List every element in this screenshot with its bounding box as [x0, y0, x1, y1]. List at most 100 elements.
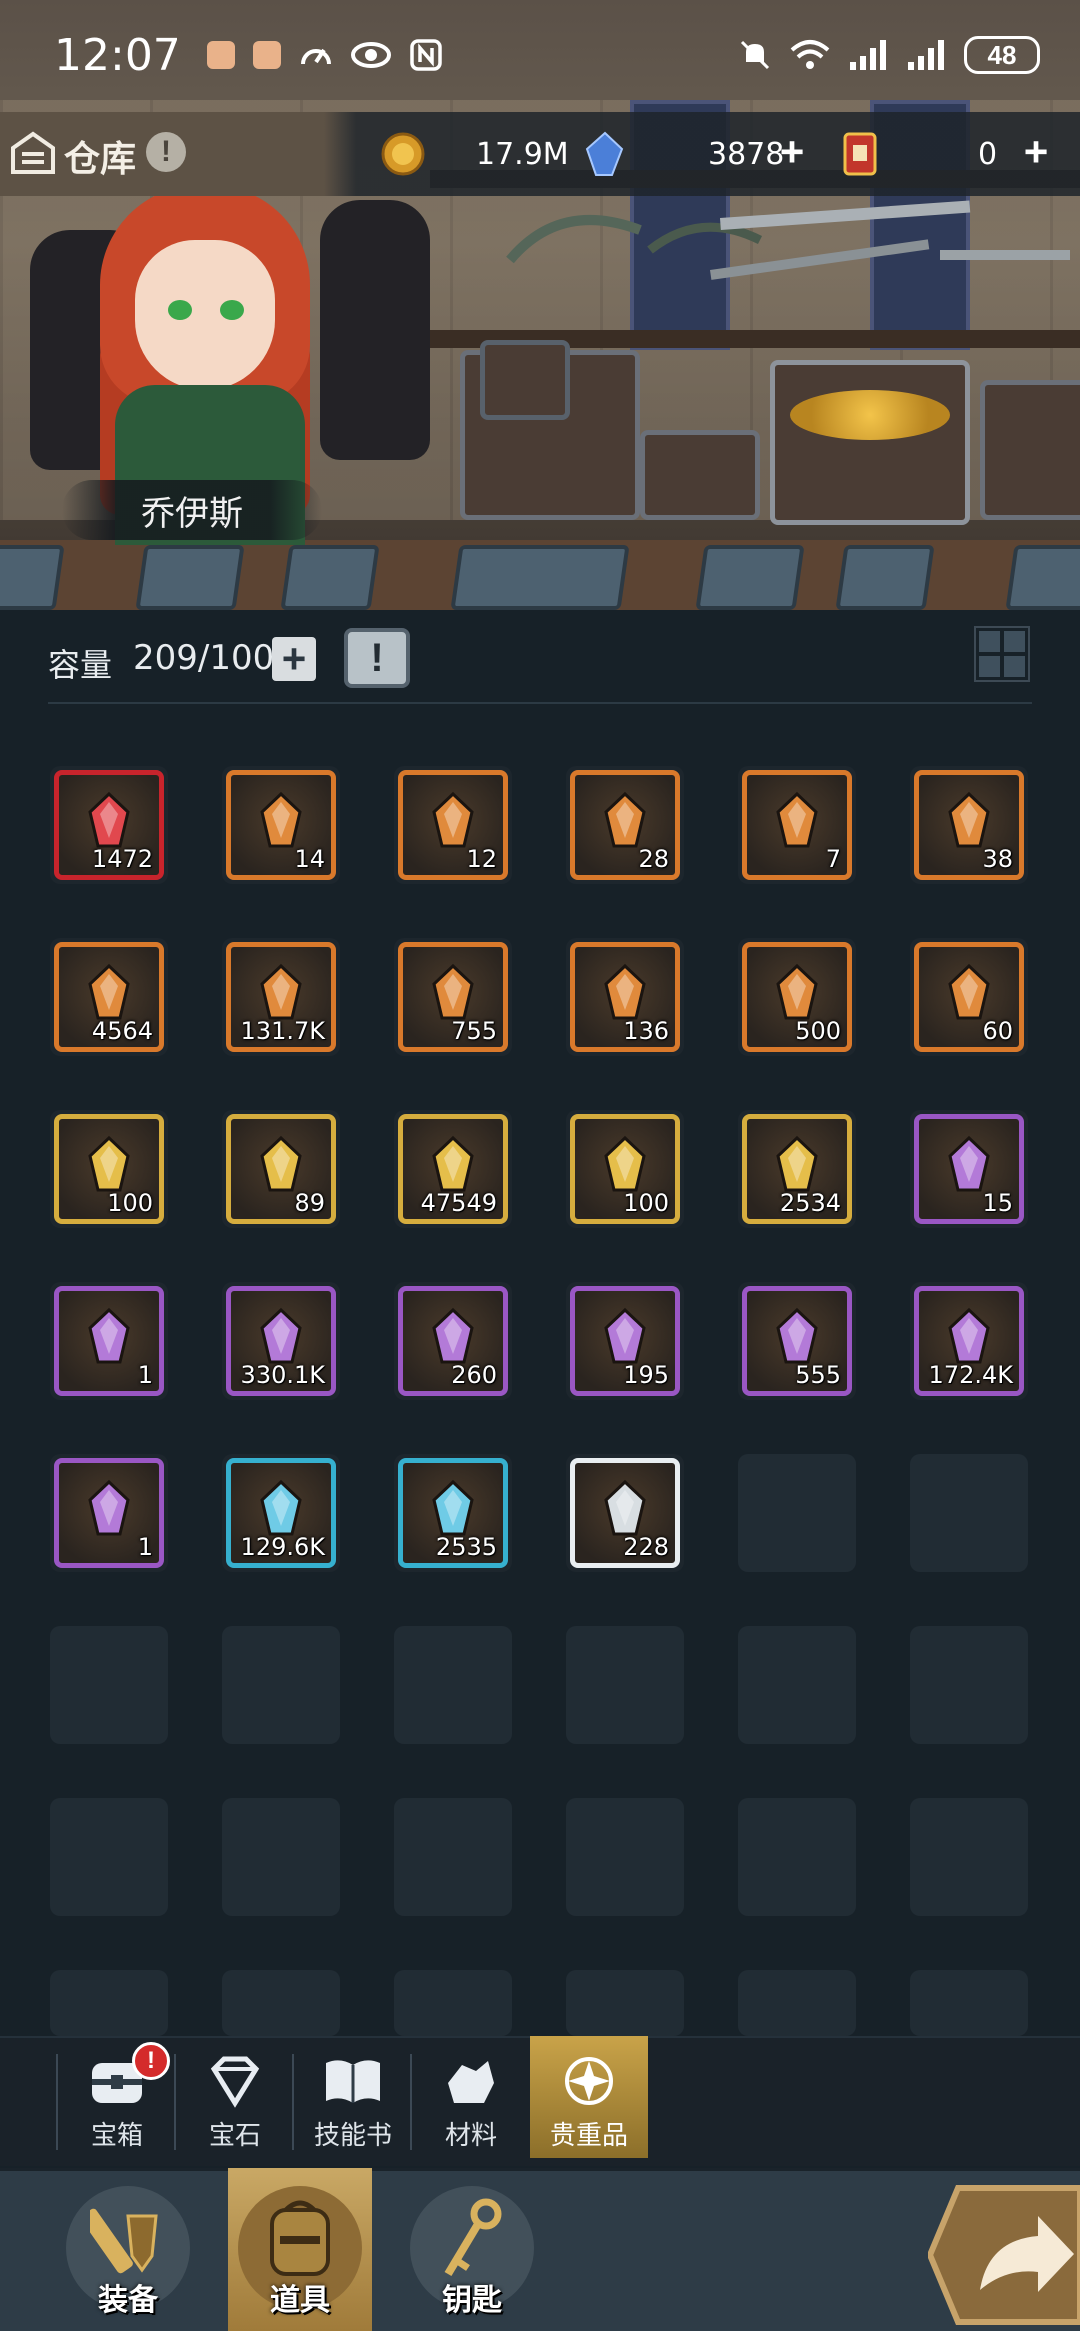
inventory-item[interactable]: 15	[910, 1110, 1028, 1228]
inventory-item[interactable]: 1	[50, 1454, 168, 1572]
chest	[640, 430, 760, 520]
divider	[48, 702, 1032, 704]
item-frame: 2535	[398, 1458, 508, 1568]
inventory-item[interactable]: 12	[394, 766, 512, 884]
nav-equipment[interactable]: 装备	[56, 2168, 200, 2331]
winged-medal-icon	[948, 791, 990, 848]
gold-pile	[790, 390, 950, 440]
inventory-item[interactable]: 330.1K	[222, 1282, 340, 1400]
inventory-item[interactable]: 7	[738, 766, 856, 884]
map-scroll-icon	[260, 1307, 302, 1364]
tab-valuables[interactable]: 贵重品	[530, 2036, 648, 2158]
inventory-item[interactable]: 100	[566, 1110, 684, 1228]
item-count: 129.6K	[240, 1533, 325, 1561]
eye-icon	[350, 42, 391, 68]
empty-slot	[566, 1626, 684, 1744]
inventory-item[interactable]: 2535	[394, 1454, 512, 1572]
crowned-gem-icon	[604, 1135, 646, 1192]
item-count: 28	[638, 845, 669, 873]
item-count: 89	[294, 1189, 325, 1217]
floor-tile	[135, 545, 245, 610]
item-count: 47549	[420, 1189, 497, 1217]
mute-icon	[740, 40, 770, 70]
floor-tile	[280, 545, 380, 610]
inventory-item[interactable]: 555	[738, 1282, 856, 1400]
grid-view-toggle[interactable]	[974, 626, 1030, 682]
nfc-icon	[410, 39, 442, 71]
nav-items[interactable]: 道具	[228, 2168, 372, 2331]
empty-slot	[738, 1454, 856, 1572]
inventory-item[interactable]: 195	[566, 1282, 684, 1400]
chest	[980, 380, 1080, 520]
inventory-item[interactable]: 1472	[50, 766, 168, 884]
item-count: 228	[623, 1533, 669, 1561]
next-arrow-button[interactable]	[928, 2180, 1080, 2330]
small-chest	[480, 340, 570, 420]
claw-fragment-icon	[948, 1307, 990, 1364]
item-frame: 195	[570, 1286, 680, 1396]
ticket-amount: 0	[978, 136, 998, 172]
inventory-item[interactable]: 755	[394, 938, 512, 1056]
tab-skill-books[interactable]: 技能书	[294, 2048, 412, 2158]
nav-keys[interactable]: 钥匙	[400, 2168, 544, 2331]
red-potion-icon	[604, 1479, 646, 1536]
inventory-item[interactable]: 2534	[738, 1110, 856, 1228]
floor-tile	[835, 545, 935, 610]
ticket-icon	[843, 132, 877, 176]
gem-amount: 3878	[708, 136, 785, 172]
tab-chests[interactable]: 宝箱 !	[58, 2042, 176, 2158]
tab-gems[interactable]: 宝石	[176, 2048, 294, 2158]
paw-badge-icon	[776, 963, 818, 1020]
inventory-item[interactable]: 1	[50, 1282, 168, 1400]
expand-capacity-button[interactable]: +	[272, 637, 316, 681]
item-count: 7	[825, 845, 841, 873]
calendar-alert-button[interactable]: !	[344, 628, 410, 688]
crystal-goblet-icon	[432, 791, 474, 848]
empty-slot	[910, 1798, 1028, 1916]
inventory-item[interactable]: 14	[222, 766, 340, 884]
inventory-item[interactable]: 500	[738, 938, 856, 1056]
item-frame: 555	[742, 1286, 852, 1396]
inventory-item[interactable]: 38	[910, 766, 1028, 884]
inventory-item[interactable]: 136	[566, 938, 684, 1056]
empty-slot	[50, 1626, 168, 1744]
item-frame: 129.6K	[226, 1458, 336, 1568]
inventory-item[interactable]: 260	[394, 1282, 512, 1400]
inventory-item[interactable]: 28	[566, 766, 684, 884]
item-count: 1	[137, 1533, 153, 1561]
item-count: 555	[795, 1361, 841, 1389]
item-frame: 755	[398, 942, 508, 1052]
equipment-icon	[90, 2208, 158, 2274]
empty-slot	[738, 1626, 856, 1744]
inventory-item[interactable]: 60	[910, 938, 1028, 1056]
item-frame: 12	[398, 770, 508, 880]
add-tickets-button[interactable]: +	[1018, 128, 1054, 175]
inventory-item[interactable]: 228	[566, 1454, 684, 1572]
inventory-item[interactable]: 172.4K	[910, 1282, 1028, 1400]
app-notification-icon	[252, 41, 281, 69]
floor-tile	[1005, 545, 1080, 610]
gold-coin-icon	[381, 132, 425, 176]
page-title: 仓库	[64, 138, 137, 179]
inventory-item[interactable]: 89	[222, 1110, 340, 1228]
inventory-item[interactable]: 131.7K	[222, 938, 340, 1056]
inventory-item[interactable]: 100	[50, 1110, 168, 1228]
tab-materials[interactable]: 材料	[412, 2048, 530, 2158]
item-frame: 28	[570, 770, 680, 880]
add-gems-button[interactable]: +	[774, 128, 810, 175]
inventory-item[interactable]: 4564	[50, 938, 168, 1056]
gold-crystal-icon	[432, 1135, 474, 1192]
golden-key-icon	[432, 1307, 474, 1364]
info-icon[interactable]: !	[146, 132, 186, 172]
item-frame: 89	[226, 1114, 336, 1224]
gem-counter: 3878	[582, 130, 784, 178]
inventory-item[interactable]: 47549	[394, 1110, 512, 1228]
item-frame: 1	[54, 1286, 164, 1396]
hero-eye	[220, 300, 244, 320]
purple-crystal-icon	[260, 963, 302, 1020]
inventory-item[interactable]: 129.6K	[222, 1454, 340, 1572]
status-bar: 12:07 48	[0, 0, 1080, 110]
item-frame: 14	[226, 770, 336, 880]
app-notification-icon	[206, 41, 235, 69]
ticket-counter: 0	[842, 130, 997, 178]
